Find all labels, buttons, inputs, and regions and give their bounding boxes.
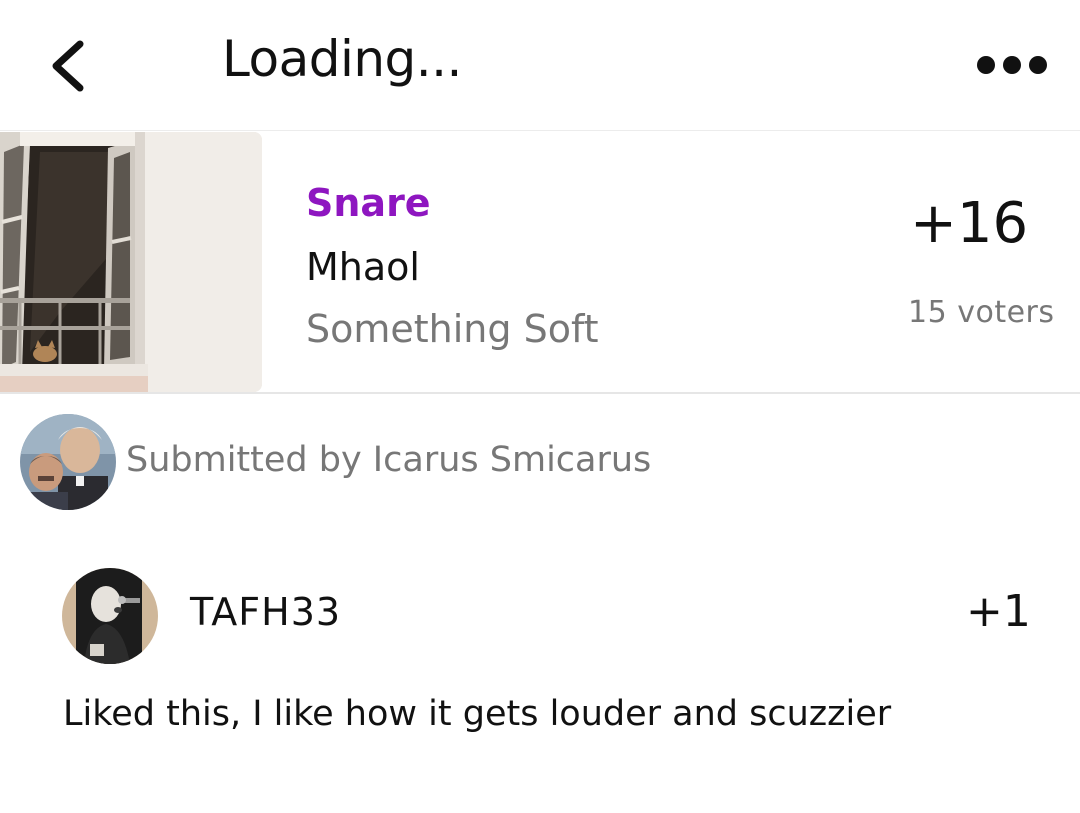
voter-count[interactable]: 15 voters <box>908 295 1055 330</box>
submitter-avatar-image <box>20 414 116 510</box>
commenter-avatar-image <box>62 568 158 664</box>
track-card[interactable]: Snare Mhaol Something Soft +16 15 voters <box>0 130 1080 394</box>
album-cover-image <box>0 132 262 392</box>
top-app-bar: Loading... <box>0 0 1080 128</box>
page-title: Loading... <box>222 30 462 88</box>
more-horizontal-icon <box>977 56 1047 74</box>
album-cover[interactable] <box>0 132 262 392</box>
comment-username[interactable]: TAFH33 <box>190 590 341 634</box>
submitted-by-text[interactable]: Submitted by Icarus Smicarus <box>126 440 651 480</box>
song-detail-screen: Loading... Snare Mhaol Something Soft +1… <box>0 0 1080 813</box>
comment-score[interactable]: +1 <box>966 586 1031 637</box>
commenter-avatar[interactable] <box>62 568 158 664</box>
comment-body: Liked this, I like how it gets louder an… <box>63 694 892 734</box>
submitter-avatar[interactable] <box>20 414 116 510</box>
more-options-button[interactable] <box>968 42 1056 88</box>
back-button[interactable] <box>40 32 96 100</box>
song-title[interactable]: Snare <box>306 181 431 225</box>
song-album[interactable]: Something Soft <box>306 307 599 351</box>
vote-score: +16 <box>910 191 1029 256</box>
chevron-left-icon <box>52 40 84 92</box>
comment-item: TAFH33 +1 Liked this, I like how it gets… <box>0 566 1080 766</box>
song-artist[interactable]: Mhaol <box>306 245 420 289</box>
